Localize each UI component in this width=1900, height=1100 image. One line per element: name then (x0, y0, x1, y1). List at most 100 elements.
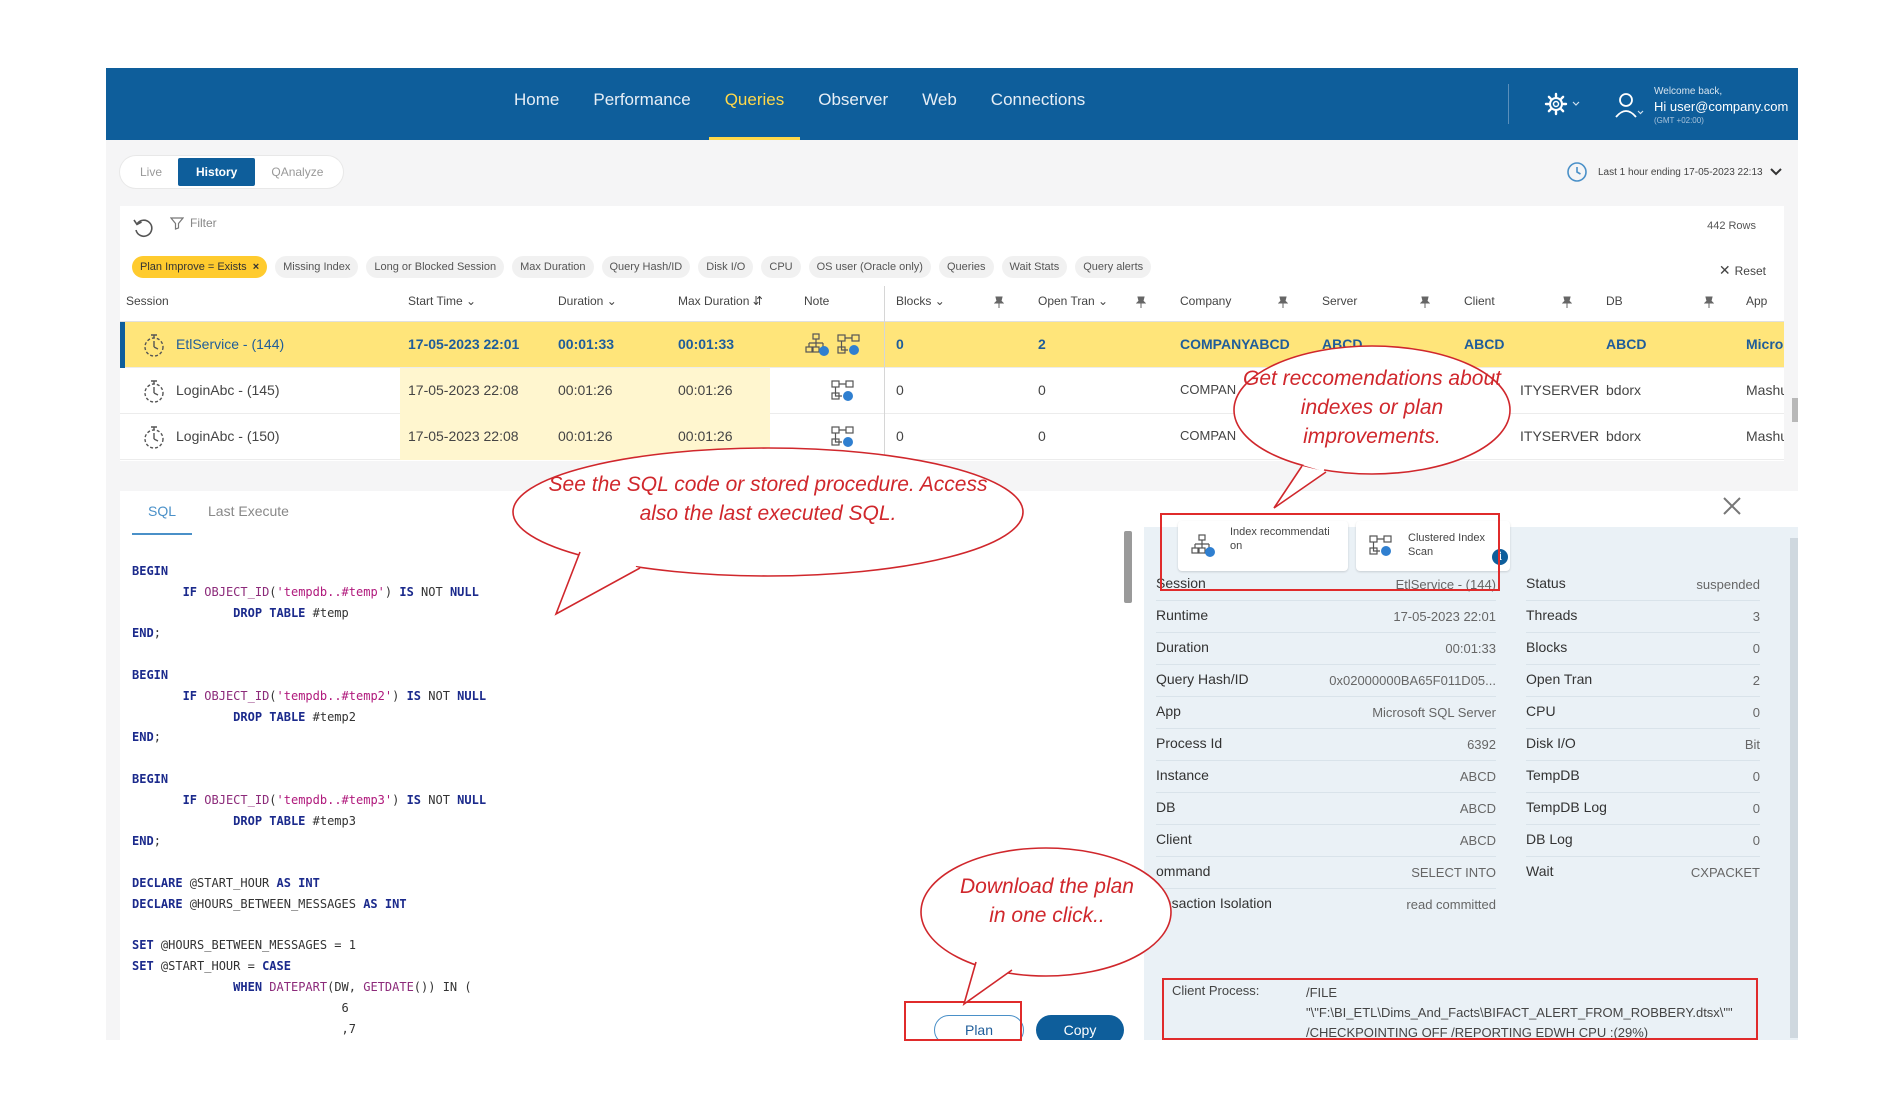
filter-chip[interactable]: CPU (761, 256, 801, 278)
detail-value: suspended (1696, 577, 1760, 592)
filter-chip[interactable]: Queries (938, 256, 994, 278)
table-row[interactable]: LoginAbc - (145) 17-05-2023 22:08 00:01:… (120, 368, 1784, 414)
detail-key: Query Hash/ID (1156, 671, 1249, 687)
col-duration-label: Duration (558, 294, 604, 308)
detail-key: TempDB (1526, 767, 1580, 783)
filter-chip-active[interactable]: Plan Improve = Exists × (132, 256, 268, 278)
col-max-duration[interactable]: Max Duration ⇵ (678, 286, 763, 322)
cell-open-tran: 2 (1038, 336, 1046, 352)
col-start-time[interactable]: Start Time ⌄ (408, 286, 476, 322)
detail-key: Blocks (1526, 639, 1568, 655)
filter-chip[interactable]: Long or Blocked Session (366, 256, 505, 278)
col-duration[interactable]: Duration ⌄ (558, 286, 617, 322)
index-recommendation-icon[interactable] (804, 332, 830, 358)
clustered-index-scan-icon[interactable] (830, 424, 856, 450)
col-db[interactable]: DB (1606, 286, 1623, 322)
cell-blocks: 0 (896, 428, 904, 444)
nav-observer[interactable]: Observer (802, 68, 904, 140)
detail-row: Status suspended (1526, 569, 1760, 601)
pin-icon[interactable] (1420, 296, 1430, 308)
cell-server: ITYSERVER (1520, 428, 1600, 444)
nav-home[interactable]: Home (498, 68, 575, 140)
nav-web[interactable]: Web (906, 68, 973, 140)
detail-key: Instance (1156, 767, 1209, 783)
gear-icon[interactable] (1544, 92, 1584, 116)
pin-icon[interactable] (1562, 296, 1572, 308)
cell-start-time: 17-05-2023 22:01 (408, 336, 520, 352)
col-blocks[interactable]: Blocks ⌄ (896, 286, 945, 322)
user-greeting: Hi user@company.com (1654, 99, 1789, 114)
detail-row: Wait CXPACKET (1526, 857, 1760, 889)
col-open-tran[interactable]: Open Tran ⌄ (1038, 286, 1108, 322)
table-row[interactable]: EtlService - (144) 17-05-2023 22:01 00:0… (120, 322, 1784, 368)
chevron-down-icon (1769, 168, 1782, 176)
filter-chip[interactable]: Query Hash/ID (601, 256, 691, 278)
filter-chip[interactable]: Missing Index (275, 256, 359, 278)
cell-start-time: 17-05-2023 22:08 (408, 428, 519, 444)
undo-icon[interactable] (132, 216, 154, 238)
detail-value: 0 (1752, 769, 1760, 784)
col-server[interactable]: Server (1322, 286, 1357, 322)
cell-db: ABCD (1606, 336, 1647, 352)
pin-icon[interactable] (1704, 296, 1714, 308)
col-session[interactable]: Session (126, 286, 169, 322)
table-row[interactable]: LoginAbc - (150) 17-05-2023 22:08 00:01:… (120, 414, 1784, 460)
detail-key: App (1156, 703, 1181, 719)
filter-chip[interactable]: Wait Stats (1001, 256, 1068, 278)
pin-icon[interactable] (1136, 296, 1146, 308)
nav-queries[interactable]: Queries (708, 68, 801, 140)
col-client[interactable]: Client (1464, 286, 1495, 322)
reset-button[interactable]: ✕ Reset (1719, 262, 1766, 279)
nav-separator (1508, 84, 1509, 124)
filter-chip-label: Plan Improve = Exists (140, 261, 247, 273)
detail-value: 2 (1752, 673, 1760, 688)
detail-key: Status (1526, 575, 1566, 591)
close-icon: ✕ (1718, 262, 1731, 278)
time-range-selector[interactable]: Last 1 hour ending 17-05-2023 22:13 (1566, 158, 1783, 186)
col-company[interactable]: Company (1180, 286, 1231, 322)
highlight-box (1160, 513, 1500, 591)
detail-value: 0x02000000BA65F011D05... (1329, 673, 1496, 688)
filter-button[interactable]: Filter (170, 216, 217, 230)
detail-row: Query Hash/ID 0x02000000BA65F011D05... (1156, 665, 1496, 697)
tab-last-execute[interactable]: Last Execute (192, 491, 305, 535)
filter-label: Filter (190, 216, 217, 230)
nav-connections[interactable]: Connections (975, 68, 1102, 140)
copy-button[interactable]: Copy (1036, 1015, 1124, 1040)
cell-db: bdorx (1606, 428, 1642, 444)
detail-value: SELECT INTO (1411, 865, 1496, 880)
detail-key: CPU (1526, 703, 1556, 719)
clustered-index-scan-icon[interactable] (836, 332, 862, 358)
pin-icon[interactable] (994, 296, 1004, 308)
tab-history[interactable]: History (178, 158, 256, 186)
detail-row: Threads 3 (1526, 601, 1760, 633)
col-note[interactable]: Note (804, 286, 829, 322)
nav-performance[interactable]: Performance (577, 68, 706, 140)
detail-value: ABCD (1459, 769, 1496, 784)
tab-sql[interactable]: SQL (132, 491, 193, 535)
chevron-down-icon: ⌄ (466, 294, 477, 308)
col-start-time-label: Start Time (408, 294, 463, 308)
sql-scrollbar[interactable] (1124, 531, 1132, 603)
filter-chip[interactable]: Disk I/O (698, 256, 754, 278)
user-menu[interactable]: Welcome back, Hi user@company.com (GMT +… (1614, 84, 1798, 128)
close-icon[interactable] (1718, 492, 1746, 520)
pin-icon[interactable] (1278, 296, 1288, 308)
tab-qanalyze[interactable]: QAnalyze (255, 158, 339, 186)
col-app[interactable]: App (1746, 286, 1767, 322)
filter-chip[interactable]: Query alerts (1075, 256, 1152, 278)
detail-value: 17-05-2023 22:01 (1393, 609, 1496, 624)
details-scrollbar[interactable] (1790, 538, 1798, 1038)
filter-chip[interactable]: OS user (Oracle only) (808, 256, 931, 278)
clustered-index-scan-icon[interactable] (830, 378, 856, 404)
detail-key: Client (1156, 831, 1192, 847)
cell-app: Mashup (1746, 428, 1784, 444)
filter-chip[interactable]: Max Duration (512, 256, 594, 278)
filter-chips: Plan Improve = Exists × Missing Index Lon… (132, 256, 1159, 278)
tab-live[interactable]: Live (124, 158, 178, 186)
detail-key: Process Id (1156, 735, 1223, 751)
close-icon[interactable]: × (253, 261, 259, 273)
grid-vertical-scrollbar[interactable] (1792, 398, 1798, 422)
detail-value: 00:01:33 (1445, 641, 1496, 656)
detail-row: Runtime 17-05-2023 22:01 (1156, 601, 1496, 633)
